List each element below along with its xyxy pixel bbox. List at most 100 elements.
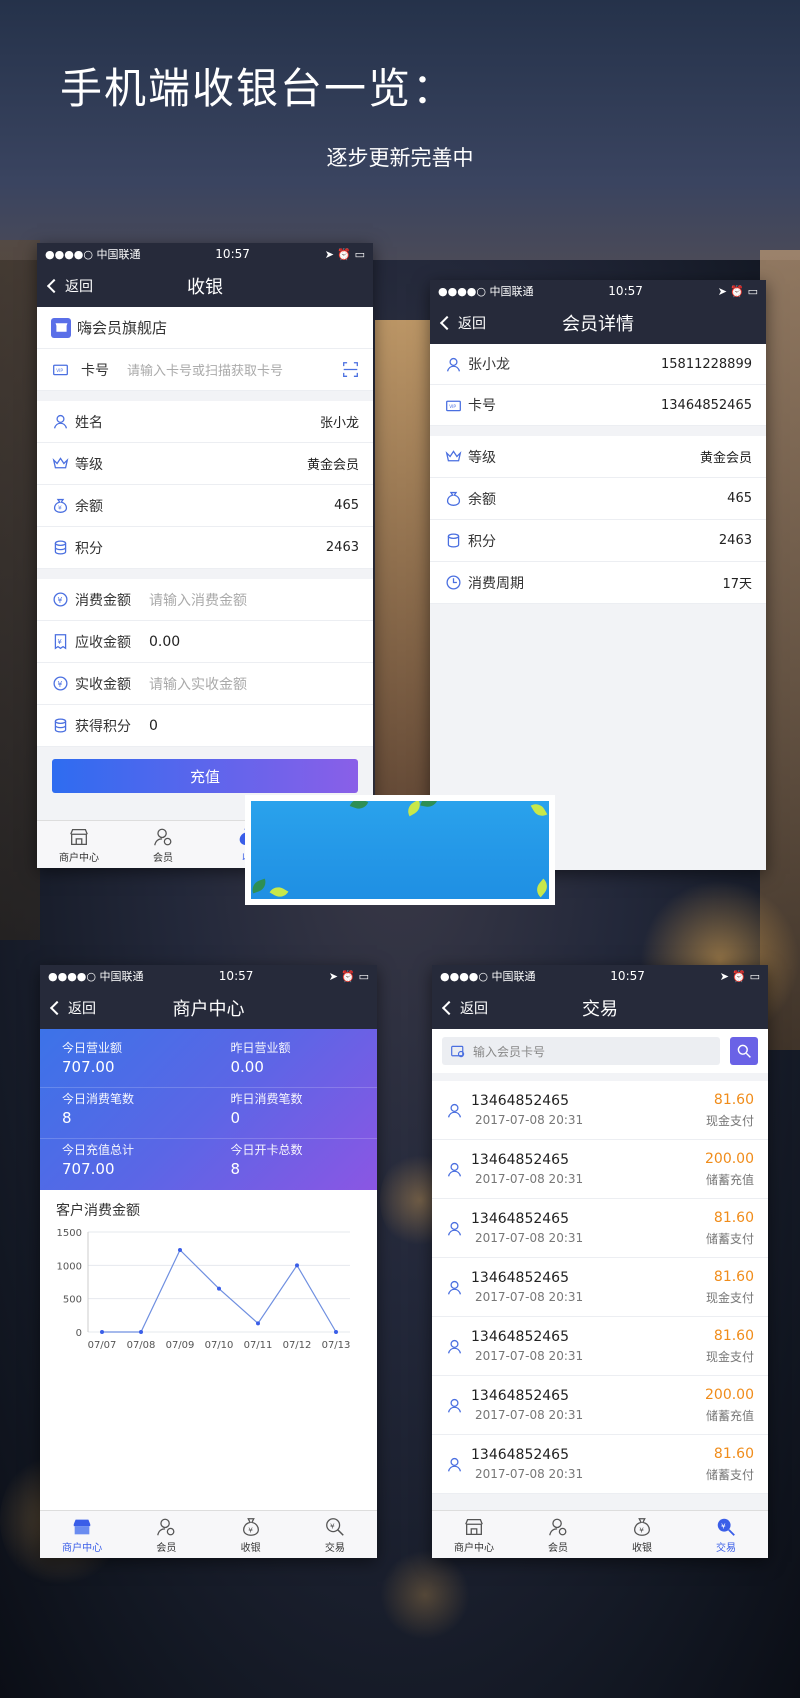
tab-label: 商户中心 xyxy=(62,1542,103,1554)
data-point xyxy=(100,1330,104,1334)
card-input[interactable]: 请输入卡号或扫描获取卡号 xyxy=(127,360,283,379)
svg-text:¥: ¥ xyxy=(57,505,61,512)
tab-cashier[interactable]: ¥ 收银 xyxy=(600,1511,684,1558)
transaction-time: 2017-07-08 20:31 xyxy=(475,1467,584,1481)
x-tick-label: 07/12 xyxy=(283,1340,312,1351)
balance-row: ¥ 余额 465 xyxy=(37,485,373,527)
tab-member[interactable]: 会员 xyxy=(121,821,205,868)
transaction-card: 13464852465 xyxy=(471,1447,569,1463)
svg-text:¥: ¥ xyxy=(248,1525,253,1534)
search-button[interactable] xyxy=(730,1037,758,1065)
user-icon xyxy=(549,1518,567,1535)
money-bag-icon: ¥ xyxy=(634,1517,650,1536)
transaction-card: 13464852465 xyxy=(471,1211,569,1227)
back-button[interactable]: 返回 xyxy=(49,987,96,1029)
transaction-amount-block: 81.60 现金支付 xyxy=(706,1328,754,1365)
stat-value: 707.00 xyxy=(62,1160,115,1178)
transaction-info: 13464852465 2017-07-08 20:31 xyxy=(471,1211,583,1245)
transaction-amount: 81.60 xyxy=(713,1445,754,1462)
tab-label: 收银 xyxy=(240,1542,261,1554)
earned-points-label: 获得积分 xyxy=(75,718,131,735)
points-row: 积分 2463 xyxy=(37,527,373,569)
actual-input[interactable]: 请输入实收金额 xyxy=(149,674,247,694)
store-name: 嗨会员旗舰店 xyxy=(77,319,168,337)
store-icon xyxy=(73,1519,91,1534)
user-icon xyxy=(157,1518,175,1535)
chart-card: 客户消费金额 1500 1000 500 0 07/07 07/08 07/09 07/10 0… xyxy=(40,1190,377,1520)
stats-line: 今日充值总计 707.00 今日开卡总数 8 xyxy=(40,1139,377,1190)
tab-member[interactable]: 会员 xyxy=(124,1511,208,1558)
transaction-row[interactable]: 13464852465 2017-07-08 20:31 81.60 现金支付 xyxy=(432,1258,768,1317)
member-phone: 15811228899 xyxy=(661,356,752,372)
x-tick-label: 07/08 xyxy=(127,1340,156,1351)
search-placeholder: 输入会员卡号 xyxy=(473,1044,546,1059)
chevron-left-icon xyxy=(439,315,455,331)
stat-cell: 今日营业额 707.00 xyxy=(40,1037,209,1087)
y-tick-label: 500 xyxy=(63,1295,82,1306)
back-button[interactable]: 返回 xyxy=(441,987,488,1029)
tab-trade[interactable]: ¥ 交易 xyxy=(684,1511,768,1558)
payment-method: 储蓄充值 xyxy=(705,1408,754,1423)
data-point xyxy=(139,1330,143,1334)
back-label: 返回 xyxy=(68,1001,96,1017)
payment-method: 储蓄充值 xyxy=(705,1172,754,1187)
svg-text:¥: ¥ xyxy=(57,596,62,605)
transaction-row[interactable]: 13464852465 2017-07-08 20:31 200.00 储蓄充值 xyxy=(432,1376,768,1435)
transaction-time: 2017-07-08 20:31 xyxy=(475,1290,584,1304)
battery-icon: ➤ ⏰ ▭ xyxy=(324,247,365,261)
back-button[interactable]: 返回 xyxy=(46,265,93,307)
svg-text:VIP: VIP xyxy=(56,368,63,374)
status-bar: ●●●●○ 中国联通 10:57 ➤ ⏰ ▭ xyxy=(432,965,768,987)
consumption-line-chart: 1500 1000 500 0 07/07 07/08 07/09 07/10 07/11 07/… xyxy=(57,1228,351,1351)
stat-value: 0 xyxy=(230,1109,241,1127)
stat-value: 8 xyxy=(62,1109,72,1127)
coins-icon xyxy=(444,532,462,550)
consume-input[interactable]: 请输入消费金额 xyxy=(149,590,247,610)
cycle-row: 消费周期 17天 xyxy=(430,562,766,604)
data-point xyxy=(178,1248,182,1252)
search-yen-icon: ¥ xyxy=(325,1517,344,1536)
search-input[interactable]: 输入会员卡号 xyxy=(442,1037,720,1065)
transaction-row[interactable]: 13464852465 2017-07-08 20:31 81.60 现金支付 xyxy=(432,1317,768,1376)
transaction-time: 2017-07-08 20:31 xyxy=(475,1172,584,1186)
tab-label: 会员 xyxy=(153,852,173,864)
transaction-card: 13464852465 xyxy=(471,1270,569,1286)
tab-member[interactable]: 会员 xyxy=(516,1511,600,1558)
tab-merchant[interactable]: 商户中心 xyxy=(40,1511,124,1558)
stat-label: 昨日营业额 xyxy=(230,1041,291,1055)
card-value: 13464852465 xyxy=(661,397,752,413)
transaction-info: 13464852465 2017-07-08 20:31 xyxy=(471,1447,583,1481)
recharge-button[interactable]: 充值 xyxy=(52,759,358,793)
stat-label: 今日消费笔数 xyxy=(62,1092,135,1106)
store-row: 嗨会员旗舰店 xyxy=(37,307,373,349)
y-tick-label: 1000 xyxy=(57,1261,82,1272)
points-value: 2463 xyxy=(325,540,359,555)
tab-trade[interactable]: ¥ 交易 xyxy=(293,1511,377,1558)
money-bag-icon: ¥ xyxy=(51,497,69,515)
consume-row[interactable]: ¥ 消费金额 请输入消费金额 xyxy=(37,579,373,621)
cycle-value: 17天 xyxy=(722,577,752,592)
tab-cashier[interactable]: ¥ 收银 xyxy=(209,1511,293,1558)
status-bar: ●●●●○ 中国联通 10:57 ➤ ⏰ ▭ xyxy=(40,965,377,987)
receivable-label: 应收金额 xyxy=(75,634,131,651)
back-button[interactable]: 返回 xyxy=(439,302,486,344)
tab-merchant[interactable]: 商户中心 xyxy=(37,821,121,868)
transaction-row[interactable]: 13464852465 2017-07-08 20:31 200.00 储蓄充值 xyxy=(432,1140,768,1199)
transaction-row[interactable]: 13464852465 2017-07-08 20:31 81.60 储蓄支付 xyxy=(432,1199,768,1258)
card-input-row[interactable]: VIP 卡号 请输入卡号或扫描获取卡号 xyxy=(37,349,373,391)
user-icon xyxy=(446,1102,463,1119)
y-tick-label: 0 xyxy=(76,1328,82,1339)
tab-merchant[interactable]: 商户中心 xyxy=(432,1511,516,1558)
transaction-row[interactable]: 13464852465 2017-07-08 20:31 81.60 现金支付 xyxy=(432,1081,768,1140)
stat-label: 昨日消费笔数 xyxy=(230,1092,303,1106)
actual-row[interactable]: ¥ 实收金额 请输入实收金额 xyxy=(37,663,373,705)
user-icon xyxy=(154,828,172,845)
page-title: 交易 xyxy=(582,999,618,1020)
scan-icon[interactable] xyxy=(341,361,359,379)
transaction-row[interactable]: 13464852465 2017-07-08 20:31 81.60 储蓄支付 xyxy=(432,1435,768,1494)
tab-label: 收银 xyxy=(632,1542,652,1554)
page-title: 收银 xyxy=(187,277,223,298)
hero-title: 手机端收银台一览： xyxy=(60,64,457,113)
data-point xyxy=(256,1321,260,1326)
tab-label: 会员 xyxy=(156,1542,177,1554)
